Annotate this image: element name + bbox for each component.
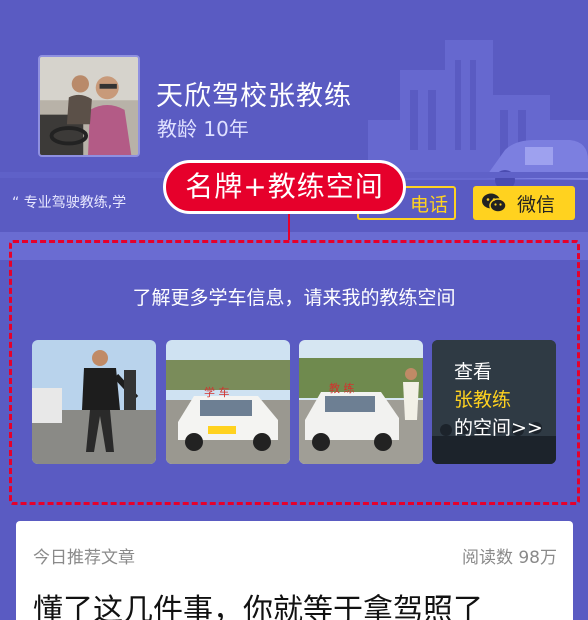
coach-photo-icon: [40, 57, 138, 155]
car-photo-icon: 学 车: [166, 340, 290, 464]
coach-name: 天欣驾校张教练: [156, 81, 352, 112]
view-more-coach-name: 张教练: [454, 389, 512, 411]
article-title[interactable]: 懂了这几件事，你就等于拿驾照了: [33, 585, 483, 620]
view-coach-space-text: 查看 张教练 的空间>>: [454, 358, 543, 442]
view-coach-space-tile[interactable]: 查看 张教练 的空间>>: [432, 340, 556, 464]
coach-space-title: 了解更多学车信息，请来我的教练空间: [132, 287, 456, 309]
view-more-line1: 查看: [454, 361, 493, 383]
coach-quote: “ 专业驾驶教练,学: [12, 195, 127, 211]
space-photo-3[interactable]: 教 练: [299, 340, 423, 464]
teaching-years: 教龄 10年: [157, 117, 249, 141]
wechat-button[interactable]: 微信: [473, 186, 575, 220]
space-photo-2[interactable]: 学 车: [166, 340, 290, 464]
svg-text:教 练: 教 练: [329, 381, 355, 395]
coach-avatar[interactable]: [38, 55, 140, 157]
phone-button-label: 电话: [409, 193, 448, 216]
coach-photo-icon: [32, 340, 156, 464]
wechat-button-label: 微信: [517, 193, 556, 216]
svg-text:学 车: 学 车: [204, 385, 230, 399]
wechat-icon: [482, 193, 507, 213]
recommended-article-card[interactable]: 今日推荐文章 阅读数 98万 懂了这几件事，你就等于拿驾照了: [16, 521, 573, 620]
article-read-count: 阅读数 98万: [461, 548, 557, 568]
annotation-callout: 名牌+教练空间: [163, 160, 406, 214]
view-more-line3: 的空间>>: [454, 417, 543, 439]
space-photo-1[interactable]: [32, 340, 156, 464]
car-photo-icon: 教 练: [299, 340, 423, 464]
annotation-connector: [288, 214, 290, 240]
article-section-label: 今日推荐文章: [33, 548, 135, 568]
